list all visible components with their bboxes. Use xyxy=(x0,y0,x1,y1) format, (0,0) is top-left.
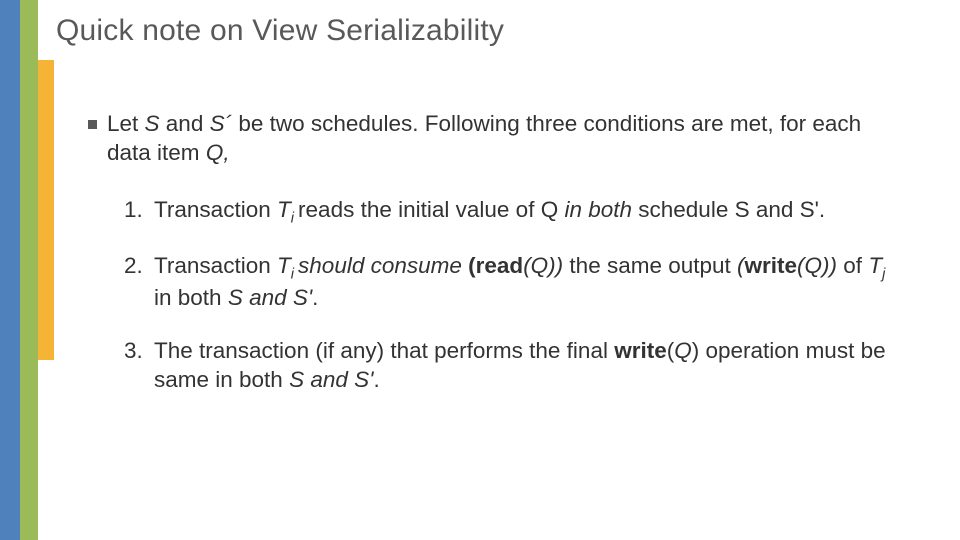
intro-bullet: Let S and S´ be two schedules. Following… xyxy=(88,110,908,168)
slide-content: Let S and S´ be two schedules. Following… xyxy=(88,110,908,418)
accent-bar-gold xyxy=(38,60,54,360)
conditions-list: 1. Transaction Ti reads the initial valu… xyxy=(124,196,908,395)
slide-title: Quick note on View Serializability xyxy=(56,14,504,48)
bullet-square-icon xyxy=(88,120,97,129)
condition-3-text: The transaction (if any) that performs t… xyxy=(154,337,908,395)
accent-sidebar xyxy=(0,0,54,540)
accent-bar-blue xyxy=(0,0,20,540)
condition-2: 2. Transaction Ti should consume (read(Q… xyxy=(124,252,908,313)
condition-2-text: Transaction Ti should consume (read(Q)) … xyxy=(154,252,908,313)
condition-1-text: Transaction Ti reads the initial value o… xyxy=(154,196,908,228)
condition-1: 1. Transaction Ti reads the initial valu… xyxy=(124,196,908,228)
accent-bar-green xyxy=(20,0,38,540)
condition-3: 3. The transaction (if any) that perform… xyxy=(124,337,908,395)
intro-text: Let S and S´ be two schedules. Following… xyxy=(107,110,908,168)
